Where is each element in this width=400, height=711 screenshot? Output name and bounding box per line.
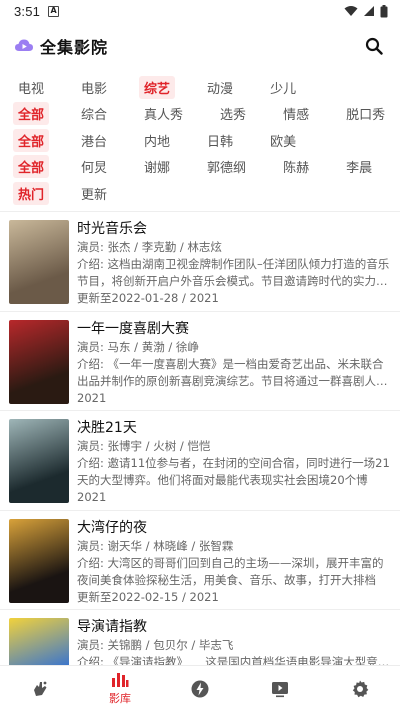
app-title: 全集影院 (40, 38, 109, 57)
filter-row: 电视 电影 综艺 动漫 少儿 (0, 74, 400, 101)
filter-chip[interactable]: 李晨 (341, 155, 377, 178)
bolt-icon (191, 680, 209, 697)
filter-chip[interactable]: 少儿 (265, 76, 301, 99)
show-date: 2021 (77, 490, 107, 504)
show-item[interactable]: 大湾仔的夜演员: 谢天华 / 林晓峰 / 张智霖介绍: 大湾区的哥哥们回到自己的… (0, 511, 400, 610)
filter-chip[interactable]: 电影 (76, 76, 112, 99)
filter-chip[interactable]: 综艺 (139, 75, 176, 99)
filter-chip[interactable]: 选秀 (215, 102, 251, 125)
show-title: 大湾仔的夜 (77, 519, 147, 536)
battery-icon (380, 4, 388, 17)
show-poster[interactable] (9, 220, 69, 304)
status-time: 3:51 (14, 3, 41, 19)
tab-settings[interactable] (320, 666, 400, 711)
filter-chip[interactable]: 综合 (76, 102, 112, 125)
tab-hand[interactable] (0, 666, 80, 711)
show-intro: 介绍: 邀请11位参与者，在封闭的空间合宿，同时进行一场21天的大型博弈。他们将… (77, 456, 390, 487)
filter-chip[interactable]: 陈赫 (278, 155, 314, 178)
bottom-tab-bar: 影库 (0, 665, 400, 711)
filter-chip[interactable]: 动漫 (202, 76, 238, 99)
signal-icon (364, 6, 374, 16)
show-info: 一年一度喜剧大赛 演员: 马东 / 黄渤 / 徐峥介绍: 《一年一度喜剧大赛》是一… (77, 320, 390, 411)
filter-chip[interactable]: 情感 (278, 102, 314, 125)
show-title: 一年一度喜剧大赛 (77, 320, 189, 337)
status-bar: 3:51 A (0, 0, 400, 22)
show-intro: 介绍: 这档由湖南卫视金牌制作团队–任洋团队倾力打造的音乐节目，将创新开启户外音… (77, 257, 390, 288)
notification-a-icon: A (48, 5, 60, 17)
show-date: 更新至2022-02-15 / 2021 (77, 589, 219, 604)
app-bar: 全集影院 (0, 28, 400, 64)
tab-video[interactable] (240, 666, 320, 711)
filter-row: 全部何炅谢娜郭德纲陈赫李晨贾玲大 (0, 154, 400, 181)
show-title: 决胜21天 (77, 420, 137, 436)
search-icon (365, 37, 383, 55)
show-title: 导演请指教 (77, 619, 147, 635)
filter-chip[interactable]: 内地 (139, 129, 175, 152)
filter-chip[interactable]: 欧美 (265, 129, 301, 152)
filter-chip[interactable]: 何炅 (76, 155, 112, 178)
filter-row: 全部 港台 内地 日韩 欧美 (0, 127, 400, 154)
tab-bolt[interactable] (160, 666, 240, 711)
app-logo-icon (15, 39, 33, 51)
filter-chip[interactable]: 日韩 (202, 129, 238, 152)
show-intro: 介绍: 大湾区的哥哥们回到自己的主场——深圳，展开丰富的夜间美食体验探秘生活，用… (77, 555, 384, 587)
show-cast: 演员: 张杰 / 李克勤 / 林志炫 (77, 240, 222, 254)
filter-chip[interactable]: 全部 (13, 155, 50, 179)
show-cast: 演员: 谢天华 / 林晓峰 / 张智霖 (77, 538, 234, 553)
show-item[interactable]: 一年一度喜剧大赛 演员: 马东 / 黄渤 / 徐峥介绍: 《一年一度喜剧大赛》是一… (0, 312, 400, 411)
show-title: 时光音乐会 (77, 221, 147, 237)
show-poster[interactable] (9, 419, 69, 503)
show-date: 2021 (77, 390, 107, 405)
settings-icon (352, 680, 369, 697)
show-list: 时光音乐会演员: 张杰 / 李克勤 / 林志炫介绍: 这档由湖南卫视金牌制作团队… (0, 211, 400, 709)
show-item[interactable]: 时光音乐会演员: 张杰 / 李克勤 / 林志炫介绍: 这档由湖南卫视金牌制作团队… (0, 212, 400, 311)
library-icon (112, 673, 129, 687)
tab-library-label: 影库 (109, 692, 131, 705)
show-info: 时光音乐会演员: 张杰 / 李克勤 / 林志炫介绍: 这档由湖南卫视金牌制作团队… (77, 220, 390, 311)
filter-chip[interactable]: 谢娜 (139, 155, 175, 178)
filter-chip[interactable]: 全部 (13, 128, 50, 152)
filter-chip[interactable]: 热门 (13, 181, 50, 205)
filter-chip[interactable]: 郭德纲 (202, 155, 251, 178)
filter-row: 全部综合真人秀选秀情感脱口秀访谈 (0, 101, 400, 128)
filter-chip[interactable]: 全部 (13, 102, 50, 126)
show-cast: 演员: 张博宇 / 火树 / 恺恺 (77, 439, 211, 453)
hand-icon (34, 681, 47, 696)
show-info: 大湾仔的夜演员: 谢天华 / 林晓峰 / 张智霖介绍: 大湾区的哥哥们回到自己的… (77, 519, 390, 610)
show-info: 决胜21天演员: 张博宇 / 火树 / 恺恺介绍: 邀请11位参与者，在封闭的空… (77, 419, 390, 510)
show-date: 更新至2022-01-28 / 2021 (77, 291, 219, 305)
video-icon (272, 681, 288, 697)
show-cast: 演员: 关锦鹏 / 包贝尔 / 毕志飞 (77, 638, 234, 652)
tab-library[interactable]: 影库 (80, 666, 160, 711)
show-cast: 演员: 马东 / 黄渤 / 徐峥 (77, 339, 199, 354)
show-item[interactable]: 决胜21天演员: 张博宇 / 火树 / 恺恺介绍: 邀请11位参与者，在封闭的空… (0, 411, 400, 510)
filter-chip[interactable]: 电视 (13, 76, 49, 99)
show-poster[interactable] (9, 518, 69, 603)
search-button[interactable] (362, 34, 386, 58)
filter-chip[interactable]: 更新 (76, 182, 112, 205)
filter-chip[interactable]: 脱口秀 (341, 102, 390, 125)
show-poster[interactable] (9, 319, 69, 404)
wifi-icon (344, 6, 358, 16)
filter-chip[interactable]: 真人秀 (139, 102, 188, 125)
filter-panel: 电视电影综艺动漫少儿全部综合真人秀选秀情感脱口秀访谈全部港台内地日韩欧美全部何炅… (0, 74, 400, 207)
filter-row: 热门 更新 (0, 180, 400, 207)
filter-chip[interactable]: 港台 (76, 129, 112, 152)
show-intro: 介绍: 《一年一度喜剧大赛》是一档由爱奇艺出品、米未联合出品并制作的原创新喜剧竞… (77, 356, 388, 388)
